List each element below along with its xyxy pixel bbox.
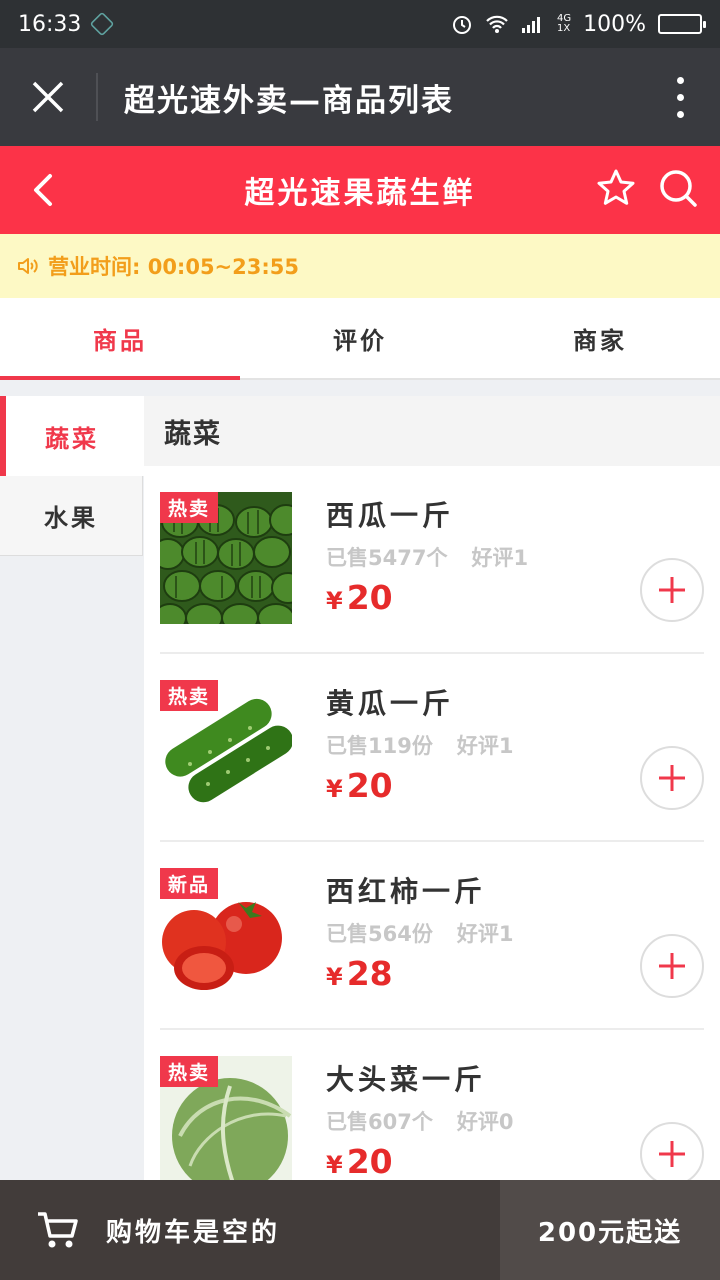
price-value: 20 xyxy=(346,766,393,805)
add-to-cart-button[interactable] xyxy=(640,1122,704,1180)
product-badge: 新品 xyxy=(160,868,219,899)
list-item[interactable]: 热卖 大头菜一斤 已售607个 好评0 ¥20 xyxy=(160,1030,704,1180)
cart-bar[interactable]: 购物车是空的 200元起送 xyxy=(0,1180,720,1280)
product-list[interactable]: 蔬菜 热卖 西瓜一斤 已售5477个好评1 ¥ 20 热卖 黄瓜一斤 已售119… xyxy=(144,396,720,1180)
product-name: 黄瓜一斤 xyxy=(326,687,455,720)
add-to-cart-button[interactable] xyxy=(640,746,704,810)
close-button[interactable] xyxy=(0,48,96,146)
list-item[interactable]: 热卖 黄瓜一斤 已售119份 好评1 ¥20 xyxy=(160,654,704,842)
product-name: 西瓜一斤 xyxy=(326,499,455,532)
shop-header: 超光速果蔬生鲜 xyxy=(0,146,720,234)
search-icon[interactable] xyxy=(658,168,698,208)
minimum-order-button[interactable]: 200元起送 xyxy=(500,1180,720,1280)
rating-count: 好评1 xyxy=(456,922,514,946)
favorite-star-icon[interactable] xyxy=(596,168,636,208)
product-price: ¥20 xyxy=(326,578,393,617)
product-badge: 热卖 xyxy=(160,492,219,523)
currency-symbol: ¥ xyxy=(326,587,343,615)
sold-count: 已售5477个 xyxy=(326,546,448,570)
category-sidebar: 蔬菜 水果 xyxy=(0,396,144,556)
signal-icon xyxy=(521,17,540,33)
more-dot-icon xyxy=(676,76,684,84)
tab-products[interactable]: 商品 xyxy=(0,298,240,380)
business-hours-notice: 营业时间: 00:05~23:55 xyxy=(0,234,720,298)
tab-merchant[interactable]: 商家 xyxy=(480,298,720,378)
price-value: 20 xyxy=(346,578,393,617)
rating-count: 好评1 xyxy=(456,734,514,758)
shop-tabs: 商品 评价 商家 xyxy=(0,298,720,380)
plus-icon xyxy=(659,953,685,979)
rating-count: 好评0 xyxy=(456,1110,514,1134)
product-price: ¥20 xyxy=(326,766,393,805)
sold-count: 已售564份 xyxy=(326,922,433,946)
list-item[interactable]: 新品 西红柿一斤 已售564份 好评1 ¥28 xyxy=(160,842,704,1030)
rating-count: 好评1 xyxy=(471,546,529,570)
currency-symbol: ¥ xyxy=(326,963,343,991)
product-badge: 热卖 xyxy=(160,680,219,711)
product-badge: 热卖 xyxy=(160,1056,219,1087)
more-menu-button[interactable] xyxy=(640,76,720,118)
category-vegetables[interactable]: 蔬菜 xyxy=(0,396,144,476)
wifi-icon xyxy=(486,15,508,33)
list-item[interactable]: 热卖 西瓜一斤 已售5477个 好评1 ¥20 xyxy=(160,466,704,654)
business-hours-text: 营业时间: 00:05~23:55 xyxy=(48,255,299,279)
plus-icon xyxy=(659,577,685,603)
network-type: 4G 1X xyxy=(556,13,572,34)
alarm-icon xyxy=(452,16,471,34)
currency-symbol: ¥ xyxy=(326,1151,343,1179)
sold-count: 已售119份 xyxy=(326,734,433,758)
product-price: ¥20 xyxy=(326,1142,393,1180)
battery-icon xyxy=(658,14,706,34)
close-icon xyxy=(32,81,64,113)
price-value: 20 xyxy=(346,1142,393,1180)
status-time: 16:33 xyxy=(18,11,82,37)
product-name: 西红柿一斤 xyxy=(326,875,487,908)
product-stats: 已售119份 好评1 xyxy=(326,730,513,760)
product-stats: 已售564份 好评1 xyxy=(326,918,513,948)
product-name: 大头菜一斤 xyxy=(326,1063,487,1096)
price-value: 28 xyxy=(346,954,393,993)
app-notification-icon xyxy=(89,11,115,37)
category-fruits[interactable]: 水果 xyxy=(0,476,143,556)
plus-icon xyxy=(659,765,685,791)
product-stats: 已售5477个 好评1 xyxy=(326,542,528,572)
back-arrow-icon[interactable] xyxy=(30,172,58,208)
speaker-icon xyxy=(18,258,38,274)
status-bar: 16:33 4G 1X 100% xyxy=(0,0,720,48)
section-title: 蔬菜 xyxy=(144,396,720,466)
product-price: ¥28 xyxy=(326,954,393,993)
plus-icon xyxy=(659,1141,685,1167)
product-area: 蔬菜 水果 蔬菜 热卖 西瓜一斤 已售5477个 好评1 ¥ 20 热卖 黄瓜一… xyxy=(0,380,720,1180)
product-stats: 已售607个 好评0 xyxy=(326,1106,513,1136)
cart-status-text: 购物车是空的 xyxy=(106,1217,281,1248)
sold-count: 已售607个 xyxy=(326,1110,433,1134)
shopping-cart-icon[interactable] xyxy=(36,1208,80,1252)
webview-title-bar: 超光速外卖—商品列表 xyxy=(0,48,720,146)
tab-reviews[interactable]: 评价 xyxy=(240,298,480,378)
title-divider xyxy=(96,73,98,121)
add-to-cart-button[interactable] xyxy=(640,558,704,622)
add-to-cart-button[interactable] xyxy=(640,934,704,998)
currency-symbol: ¥ xyxy=(326,775,343,803)
battery-percent: 100% xyxy=(583,11,646,37)
page-title: 超光速外卖—商品列表 xyxy=(124,82,454,119)
